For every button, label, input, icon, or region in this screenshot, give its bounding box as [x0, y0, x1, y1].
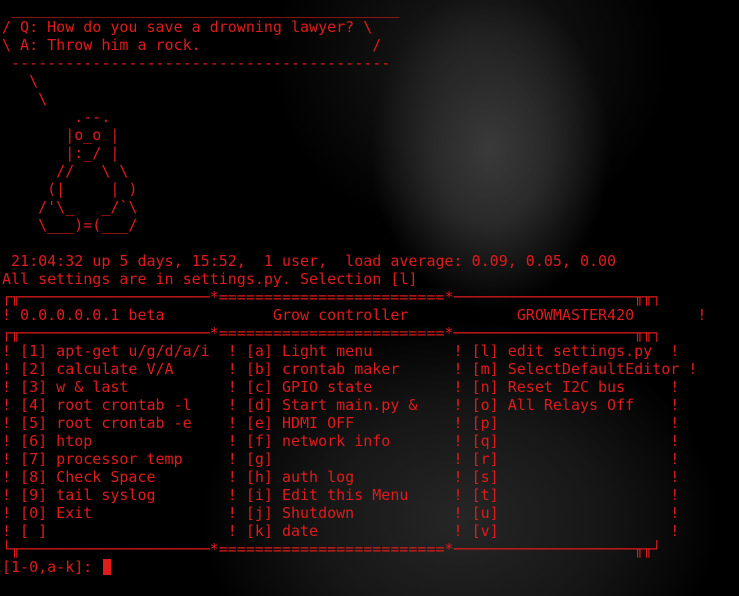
menu-top-border: ┌╥─────────────────────*================…	[2, 288, 662, 306]
menu-box: ┌╥─────────────────────*================…	[2, 288, 739, 558]
menu-row[interactable]: ! [ ] ! [k] date ! [v] !	[2, 522, 739, 540]
terminal-window[interactable]: ________________________________________…	[0, 0, 739, 596]
menu-row[interactable]: ! [8] Check Space ! [h] auth log ! [s] !	[2, 468, 739, 486]
menu-row[interactable]: ! [5] root crontab -e ! [e] HDMI OFF ! […	[2, 414, 739, 432]
prompt-line[interactable]: [1-0,a-k]:	[2, 558, 739, 576]
menu-row[interactable]: ! [6] htop ! [f] network info ! [q] !	[2, 432, 739, 450]
tux-line: |:_/ |	[2, 144, 120, 162]
menu-row[interactable]: ! [9] tail syslog ! [i] Edit this Menu !…	[2, 486, 739, 504]
terminal-screen: ________________________________________…	[2, 0, 739, 596]
tux-line: (| | )	[2, 180, 138, 198]
uptime-line: 21:04:32 up 5 days, 15:52, 1 user, load …	[2, 252, 617, 270]
tux-line: |o_o |	[2, 126, 120, 144]
menu-row[interactable]: ! [0] Exit ! [j] Shutdown ! [u] !	[2, 504, 739, 522]
menu-bottom-border: └╥─────────────────────*================…	[2, 540, 662, 558]
tux-line: \	[2, 72, 39, 90]
settings-note: All settings are in settings.py. Selecti…	[2, 270, 418, 288]
tux-line: /'\_ _/`\	[2, 198, 138, 216]
menu-header: ! 0.0.0.0.0.1 beta Grow controller GROWM…	[2, 306, 707, 324]
menu-row[interactable]: ! [4] root crontab -l ! [d] Start main.p…	[2, 396, 739, 414]
menu-row[interactable]: ! [2] calculate V/A ! [b] crontab maker …	[2, 360, 739, 378]
menu-row[interactable]: ! [3] w & last ! [c] GPIO state ! [n] Re…	[2, 378, 739, 396]
prompt-text: [1-0,a-k]:	[2, 558, 102, 576]
tux-line: // \ \	[2, 162, 129, 180]
menu-row[interactable]: ! [7] processor temp ! [g] ! [r] !	[2, 450, 739, 468]
tux-ascii-art: \ \ .--. |o_o | |:_/ | // \ \ (| | ) /'\…	[2, 72, 739, 234]
bubble-line: ________________________________________…	[2, 0, 400, 18]
text-cursor[interactable]	[103, 559, 112, 575]
bubble-line: \ A: Throw him a rock. /	[2, 36, 382, 54]
cowsay-bubble: ________________________________________…	[2, 0, 739, 72]
tux-line: .--.	[2, 108, 111, 126]
bubble-line: ----------------------------------------…	[2, 54, 391, 72]
tux-line: \	[2, 90, 48, 108]
menu-mid-border: ┌╥─────────────────────*================…	[2, 324, 662, 342]
bubble-line: / Q: How do you save a drowning lawyer? …	[2, 18, 373, 36]
tux-line: \___)=(___/	[2, 216, 138, 234]
menu-row[interactable]: ! [1] apt-get u/g/d/a/i ! [a] Light menu…	[2, 342, 739, 360]
